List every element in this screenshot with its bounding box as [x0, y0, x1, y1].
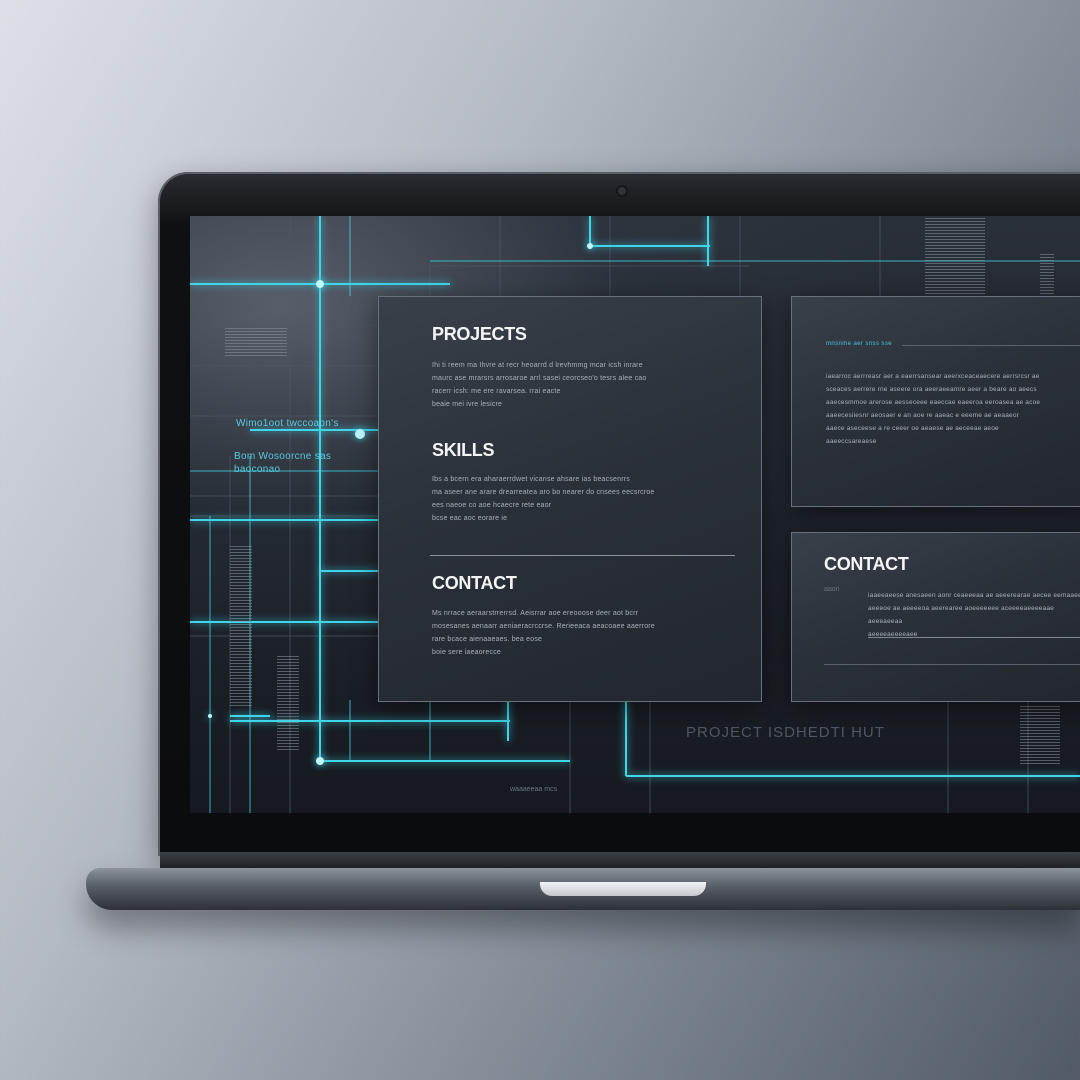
skills-text: Ibs a bcern era aharaerrdwet vicanse ahs… — [432, 473, 732, 525]
text-line: ees naeoe co aoe hcaecre rete eaor — [432, 502, 552, 509]
data-stripe-decoration — [1040, 254, 1054, 294]
side-contact-rule — [868, 637, 1080, 638]
main-panel: PROJECTS Ihi ti reem ma Ihvre at recr he… — [378, 296, 762, 702]
text-line: aeeeeaeeeeaee — [868, 631, 918, 638]
text-line: aeeeoe ae aeeeeoa aeerearee aoeeeeeee ac… — [868, 605, 1055, 625]
text-line: iaearroc aerrreasr aer a eaerrsansear ae… — [826, 373, 1040, 380]
background-caption: Bom Wosoorcne sas — [234, 451, 332, 462]
contact-heading: CONTACT — [432, 573, 517, 593]
side-panel-rule — [902, 345, 1080, 346]
text-line: Ms nrrace aeraarstrrerrsd. Aeisrrar aoe … — [432, 610, 639, 617]
text-line: iaaeeaeese anesaeen aonr ceaeeeaa ae aee… — [868, 592, 1080, 599]
text-line: boie sere iaeaorecce — [432, 649, 501, 656]
text-line: aaeecesiiesnr aeosaer e an aoe re aaeac … — [826, 412, 1020, 419]
skills-heading: SKILLS — [432, 440, 495, 460]
text-line: aaece aseceese a re ceeer oe aeaese ae a… — [826, 425, 999, 432]
side-contact-text: iaaeeaeese anesaeen aonr ceaeeeaa ae aee… — [868, 589, 1080, 641]
text-line: bcse eac aoc eorare ie — [432, 515, 508, 522]
footer-caption: PROJECT ISDHEDTI HUT — [686, 724, 885, 741]
text-line: racerr icsh: me ere ravarsea. rrai eacte — [432, 388, 561, 395]
projects-heading: PROJECTS — [432, 324, 527, 344]
text-line: mosesanes aenaarr aeniaeracrccrse. Rerie… — [432, 623, 655, 630]
text-line: aaecesmmoe arerose aesseceee eaeccae eae… — [826, 399, 1041, 406]
laptop-opening-notch — [540, 882, 706, 896]
section-divider — [430, 555, 735, 556]
data-stripe-decoration — [925, 218, 985, 294]
text-line: Ihi ti reem ma Ihvre at recr heoarrd d l… — [432, 362, 643, 369]
background-caption: baoconao — [234, 464, 281, 475]
text-line: ma aseer ane arare drearreatea aro bo ne… — [432, 489, 655, 496]
text-line: Ibs a bcern era aharaerrdwet vicanse ahs… — [432, 476, 630, 483]
side-panel-text: iaearroc aerrreasr aer a eaerrsansear ae… — [826, 370, 1080, 448]
side-contact-heading: CONTACT — [824, 554, 909, 574]
background-caption: Wimo1oot twccoaon's — [236, 418, 339, 429]
data-stripe-decoration — [225, 328, 287, 358]
data-stripe-decoration — [1020, 706, 1060, 766]
side-contact-label: aaon — [824, 586, 840, 593]
text-line: aaeeccsareaese — [826, 438, 877, 445]
side-panel-heading: mnsnme aer snss sse — [826, 341, 892, 347]
text-line: beaie mei ivre lesicre — [432, 401, 503, 408]
data-stripe-decoration — [277, 656, 299, 752]
side-panel-top: mnsnme aer snss sse iaearroc aerrreasr a… — [791, 296, 1080, 507]
webcam — [618, 187, 626, 195]
bottom-small-label: waaaeeaa mcs — [510, 786, 558, 793]
side-panel-contact: CONTACT aaon iaaeeaeese anesaeen aonr ce… — [791, 532, 1080, 702]
side-contact-rule — [824, 664, 1080, 665]
contact-text: Ms nrrace aeraarstrrerrsd. Aeisrrar aoe … — [432, 607, 732, 659]
text-line: sceaces aerrere rne aseere ora aeeraeeam… — [826, 386, 1037, 393]
text-line: rare bcace aienaaeaes. bea eose — [432, 636, 543, 643]
projects-text: Ihi ti reem ma Ihvre at recr heoarrd d l… — [432, 359, 732, 411]
data-stripe-decoration — [230, 546, 252, 706]
laptop-screen: Wimo1oot twccoaon's Bom Wosoorcne sas ba… — [190, 216, 1080, 813]
text-line: maurc ase mrarsrs arrosaroe arrl sasei c… — [432, 375, 647, 382]
